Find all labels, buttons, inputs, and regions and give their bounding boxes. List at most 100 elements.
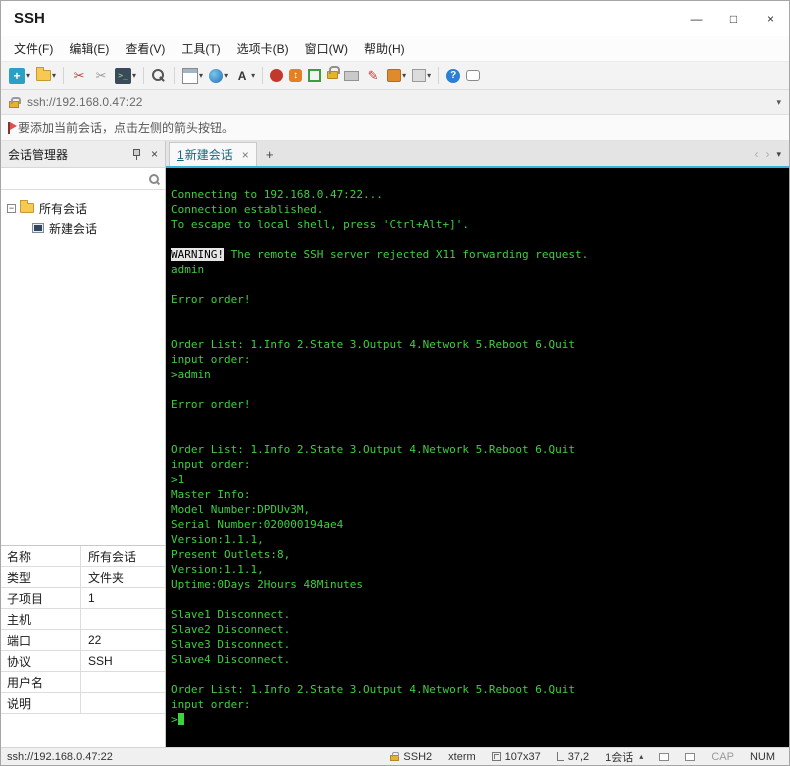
compose-button[interactable] bbox=[363, 66, 383, 86]
panel-title: 会话管理器 bbox=[8, 147, 69, 162]
status-terminal-type[interactable]: xterm bbox=[440, 751, 484, 763]
properties-table: 名称 所有会话 类型 文件夹 子项目 1 主机 端口 22 协议 SSH 用户名 说明 bbox=[1, 545, 165, 714]
status-terminal-size[interactable]: 107x37 bbox=[484, 751, 549, 763]
menu-tools[interactable]: 工具(T) bbox=[173, 37, 228, 60]
open-folder-button[interactable]: ▾ bbox=[34, 67, 58, 83]
terminal-line: Version:1.1.1, bbox=[171, 533, 264, 546]
reconnect-button[interactable] bbox=[91, 66, 111, 86]
session-search bbox=[1, 168, 165, 190]
address-bar: ssh://192.168.0.47:22 ▾ bbox=[1, 90, 789, 115]
property-label: 用户名 bbox=[1, 672, 81, 692]
terminal-line: Master Info: bbox=[171, 488, 251, 501]
find-button[interactable] bbox=[149, 66, 169, 86]
disconnect-icon bbox=[71, 68, 87, 84]
lock-button[interactable] bbox=[325, 66, 341, 82]
tree-item-all-sessions[interactable]: 所有会话 bbox=[1, 198, 165, 218]
help-button[interactable] bbox=[444, 67, 462, 85]
address-url[interactable]: ssh://192.168.0.47:22 bbox=[27, 95, 776, 109]
terminal-line: Slave3 Disconnect. bbox=[171, 638, 291, 651]
dropdown-caret-icon: ▾ bbox=[199, 71, 204, 80]
dropdown-caret-icon: ▾ bbox=[224, 71, 229, 80]
menu-tabs[interactable]: 选项卡(B) bbox=[229, 37, 297, 60]
terminal-line: Present Outlets:8, bbox=[171, 548, 291, 561]
font-button[interactable]: ▾ bbox=[232, 66, 257, 86]
terminal-output[interactable]: Connecting to 192.168.0.47:22... Connecti… bbox=[166, 168, 789, 747]
menu-help[interactable]: 帮助(H) bbox=[356, 37, 413, 60]
status-pane-toggle-1[interactable] bbox=[651, 752, 677, 761]
dropdown-caret-icon: ▾ bbox=[402, 71, 407, 80]
xagent-button[interactable] bbox=[268, 67, 285, 84]
size-icon bbox=[491, 752, 501, 761]
new-session-button[interactable]: ▾ bbox=[7, 66, 32, 86]
status-session-count[interactable]: 1会话 ▴ bbox=[597, 749, 651, 765]
tab-layout-button[interactable]: ▾ bbox=[180, 66, 205, 86]
pin-icon[interactable] bbox=[132, 149, 140, 160]
folder-icon bbox=[20, 200, 34, 213]
tab-new-session[interactable]: 1 新建会话 × bbox=[169, 142, 257, 166]
session-icon bbox=[32, 223, 44, 233]
menu-edit[interactable]: 编辑(E) bbox=[61, 37, 117, 60]
property-value: 文件夹 bbox=[88, 570, 125, 585]
terminal-line: Model Number:DPDUv3M, bbox=[171, 503, 311, 516]
feedback-button[interactable] bbox=[464, 68, 482, 83]
duplicate-session-button[interactable]: ▾ bbox=[113, 66, 138, 86]
terminal-line: > bbox=[171, 712, 784, 727]
web-button[interactable]: ▾ bbox=[207, 67, 230, 85]
terminal-line: Uptime:0Days 2Hours 48Minutes bbox=[171, 578, 364, 591]
collapse-icon[interactable] bbox=[7, 203, 16, 213]
keyboard-button[interactable] bbox=[342, 69, 361, 83]
minimize-button[interactable]: — bbox=[678, 1, 715, 36]
dropdown-caret-icon: ▾ bbox=[52, 71, 57, 80]
find-icon bbox=[151, 68, 167, 84]
tree-item-new-session[interactable]: 新建会话 bbox=[1, 218, 165, 238]
menu-window[interactable]: 窗口(W) bbox=[297, 37, 356, 60]
web-icon bbox=[209, 68, 224, 83]
tab-scroll-right-icon[interactable]: › bbox=[765, 147, 769, 161]
menu-bar: 文件(F) 编辑(E) 查看(V) 工具(T) 选项卡(B) 窗口(W) 帮助(H) bbox=[1, 36, 789, 61]
close-button[interactable]: × bbox=[752, 1, 789, 36]
terminal-line: Order List: 1.Info 2.State 3.Output 4.Ne… bbox=[171, 338, 575, 351]
maximize-button[interactable]: □ bbox=[715, 1, 752, 36]
menu-file[interactable]: 文件(F) bbox=[6, 37, 61, 60]
status-session-url: ssh://192.168.0.47:22 bbox=[7, 750, 113, 763]
title-bar: SSH — □ × bbox=[1, 1, 789, 36]
dropdown-caret-icon: ▾ bbox=[427, 71, 432, 80]
property-value bbox=[81, 672, 165, 692]
menu-view[interactable]: 查看(V) bbox=[117, 37, 173, 60]
property-row: 子项目 1 bbox=[1, 588, 165, 609]
panes-icon bbox=[412, 69, 427, 82]
property-row: 端口 22 bbox=[1, 630, 165, 651]
fullscreen-button[interactable] bbox=[306, 67, 323, 84]
status-protocol[interactable]: SSH2 bbox=[382, 751, 440, 763]
property-label: 主机 bbox=[1, 609, 81, 629]
terminal-line: Slave2 Disconnect. bbox=[171, 623, 291, 636]
address-dropdown-icon[interactable]: ▾ bbox=[776, 97, 781, 108]
panel-close-icon[interactable]: × bbox=[151, 147, 158, 161]
disconnect-button[interactable] bbox=[69, 66, 89, 86]
terminal-line: Order List: 1.Info 2.State 3.Output 4.Ne… bbox=[171, 683, 575, 696]
property-row: 说明 bbox=[1, 693, 165, 714]
transfer-button[interactable]: ▾ bbox=[385, 67, 408, 84]
status-cursor-position[interactable]: 37,2 bbox=[549, 751, 597, 763]
panes-button[interactable]: ▾ bbox=[410, 67, 433, 84]
tab-label: 新建会话 bbox=[184, 148, 233, 162]
status-bar: ssh://192.168.0.47:22 SSH2 xterm 107x37 37,… bbox=[1, 747, 789, 765]
help-icon bbox=[446, 68, 461, 83]
xftp-button[interactable] bbox=[287, 67, 304, 84]
terminal-line: >1 bbox=[171, 473, 185, 486]
terminal-line: Error order! bbox=[171, 293, 251, 306]
terminal-line: Serial Number:020000194ae4 bbox=[171, 518, 344, 531]
tab-list-icon[interactable]: ▾ bbox=[776, 149, 781, 160]
terminal-line: input order: bbox=[171, 353, 251, 366]
property-label: 名称 bbox=[1, 546, 81, 566]
tab-scroll-left-icon[interactable]: ‹ bbox=[754, 147, 758, 161]
session-search-input[interactable] bbox=[6, 172, 148, 185]
property-label: 协议 bbox=[1, 651, 81, 671]
new-tab-button[interactable]: + bbox=[260, 144, 280, 164]
tab-close-icon[interactable]: × bbox=[242, 148, 249, 162]
status-pane-toggle-2[interactable] bbox=[677, 752, 703, 761]
property-value: SSH bbox=[88, 654, 113, 668]
